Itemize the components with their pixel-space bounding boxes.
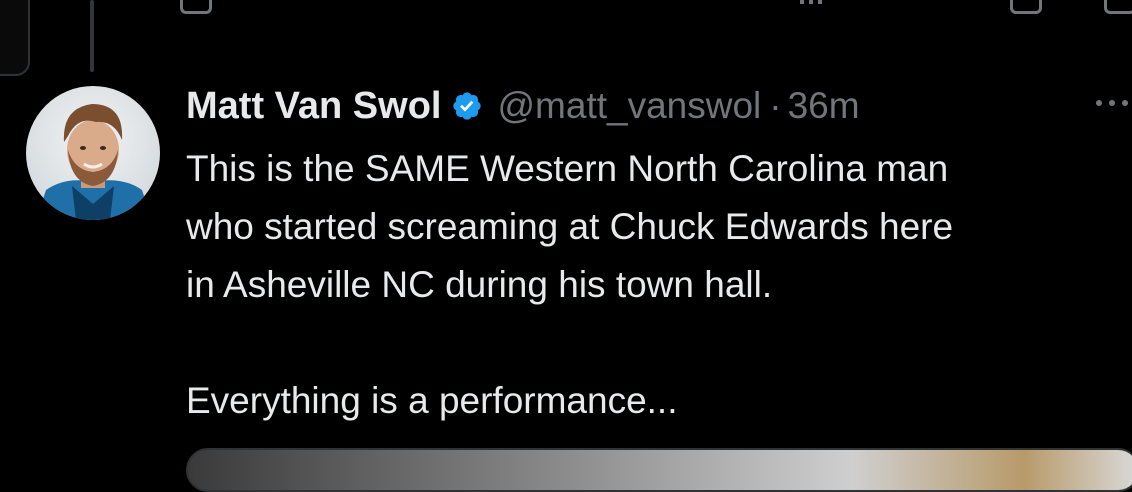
share-icon[interactable] <box>1104 0 1132 14</box>
tweet-text-line: in Asheville NC during his town hall. <box>186 264 773 305</box>
author-handle[interactable]: @matt_vanswol <box>497 85 761 127</box>
previous-quote-card[interactable]: ♂ <box>0 0 30 76</box>
avatar[interactable] <box>26 86 160 220</box>
tweet-text-line: who started screaming at Chuck Edwards h… <box>186 206 954 247</box>
verified-badge-icon[interactable] <box>451 90 483 122</box>
tweet-timestamp[interactable]: 36m <box>788 85 860 127</box>
tweet-text: This is the SAME Western North Carolina … <box>186 140 1126 430</box>
thread-connector-line <box>90 0 94 72</box>
media-preview[interactable] <box>186 448 1132 492</box>
more-options-icon[interactable] <box>1096 100 1128 106</box>
author-name[interactable]: Matt Van Swol <box>186 85 441 128</box>
retweet-icon[interactable] <box>180 0 212 14</box>
bookmark-icon[interactable] <box>1010 0 1042 14</box>
tweet-header: Matt Van Swol @matt_vanswol · 36m <box>186 80 860 132</box>
tweet-text-line: This is the SAME Western North Carolina … <box>186 148 949 189</box>
views-icon[interactable] <box>800 0 822 4</box>
tweet-text-paragraph: Everything is a performance... <box>186 380 678 421</box>
header-separator: · <box>769 85 782 126</box>
avatar-image <box>26 86 160 220</box>
